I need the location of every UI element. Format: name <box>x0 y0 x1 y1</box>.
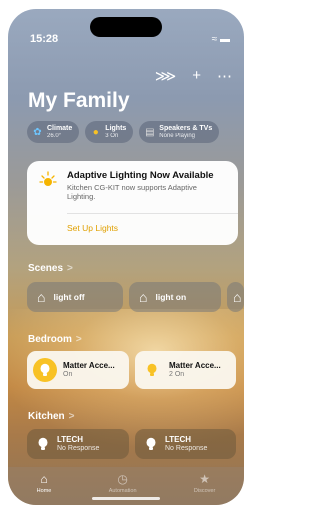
accessory-tile[interactable]: Matter Acce... On <box>27 351 129 389</box>
adaptive-lighting-banner: Adaptive Lighting Now Available Kitchen … <box>27 161 238 245</box>
house-icon: ⌂ <box>40 472 48 486</box>
sun-icon <box>39 171 57 186</box>
bulb-icon <box>33 358 57 382</box>
tab-automation[interactable]: ◷ Automation <box>108 472 137 495</box>
accessory-tile[interactable]: LTECH No Response <box>27 429 129 459</box>
status-chips: ✿ Climate 26.0° ● Lights 3 On ▤ Speakers… <box>27 121 220 143</box>
bulb-icon <box>146 437 156 450</box>
chip-title: Speakers & TVs <box>159 124 213 132</box>
home-indicator <box>92 497 160 500</box>
accessory-name: LTECH <box>57 435 84 444</box>
chip-speakers[interactable]: ▤ Speakers & TVs None Playing <box>139 121 220 143</box>
chip-subtitle: 26.0° <box>47 132 62 139</box>
chevron-right-icon: > <box>67 263 73 274</box>
bulb-icon: ● <box>92 126 99 138</box>
chevron-right-icon: > <box>75 334 82 345</box>
accessory-status: 2 On <box>169 371 185 378</box>
tv-icon: ▤ <box>145 126 155 138</box>
accessory-status: On <box>63 371 73 378</box>
status-icons: ≈ ▬ <box>212 34 230 45</box>
tab-discover[interactable]: ★ Discover <box>193 472 216 495</box>
accessory-name: Matter Acce... <box>63 361 115 370</box>
set-up-lights-link[interactable]: Set Up Lights <box>67 223 118 233</box>
tab-label: Discover <box>193 488 216 494</box>
scene-light-off[interactable]: ⌂ light off <box>27 282 123 312</box>
bulb-icon <box>141 363 163 377</box>
scene-label: light on <box>155 292 187 302</box>
chip-title: Lights <box>105 124 127 132</box>
scene-light-on[interactable]: ⌂ light on <box>129 282 221 312</box>
chip-subtitle: 3 On <box>105 132 119 139</box>
section-bedroom[interactable]: Bedroom > <box>28 334 82 345</box>
chip-climate[interactable]: ✿ Climate 26.0° <box>27 121 80 143</box>
battery-icon: ▬ <box>220 34 230 45</box>
chip-lights[interactable]: ● Lights 3 On <box>85 121 134 143</box>
waveform-icon[interactable]: ⋙ <box>155 67 176 85</box>
section-scenes[interactable]: Scenes > <box>28 263 73 274</box>
chip-subtitle: None Playing <box>159 132 195 139</box>
phone-screen: 15:28 ≈ ▬ ⋙ + ⋯ My Family ✿ Climate 26.0… <box>8 9 244 505</box>
accessory-name: LTECH <box>165 435 192 444</box>
chip-title: Climate <box>47 124 73 132</box>
status-time: 15:28 <box>30 33 59 45</box>
more-button[interactable]: ⋯ <box>217 67 232 85</box>
accessory-name: Matter Acce... <box>169 361 221 370</box>
house-icon: ⌂ <box>139 289 148 305</box>
scene-partial[interactable]: ⌂ <box>227 282 244 312</box>
dynamic-island <box>90 17 162 37</box>
scene-label: light off <box>53 292 85 302</box>
accessory-tile[interactable]: LTECH No Response <box>135 429 236 459</box>
tab-home[interactable]: ⌂ Home <box>36 472 52 495</box>
accessory-tile[interactable]: Matter Acce... 2 On <box>135 351 236 389</box>
chevron-right-icon: > <box>68 411 75 422</box>
house-icon: ⌂ <box>233 289 242 305</box>
top-toolbar: ⋙ + ⋯ <box>155 67 232 85</box>
tab-label: Home <box>36 488 52 494</box>
section-kitchen[interactable]: Kitchen > <box>28 411 75 422</box>
add-button[interactable]: + <box>192 67 201 85</box>
bulb-icon <box>38 437 48 450</box>
accessory-status: No Response <box>57 445 100 452</box>
accessory-status: No Response <box>165 445 208 452</box>
section-title: Kitchen <box>28 411 65 422</box>
wifi-icon: ≈ <box>211 34 218 45</box>
banner-body: Kitchen CG-KIT now supports Adaptive Lig… <box>67 183 197 201</box>
banner-heading: Adaptive Lighting Now Available <box>67 170 214 181</box>
clock-icon: ◷ <box>117 472 128 486</box>
star-icon: ★ <box>199 472 210 486</box>
fan-icon: ✿ <box>33 126 42 138</box>
section-title: Scenes <box>28 263 64 274</box>
house-icon: ⌂ <box>37 289 46 305</box>
tab-label: Automation <box>108 488 137 494</box>
divider <box>67 213 238 214</box>
section-title: Bedroom <box>28 334 72 345</box>
home-title[interactable]: My Family <box>28 89 130 113</box>
